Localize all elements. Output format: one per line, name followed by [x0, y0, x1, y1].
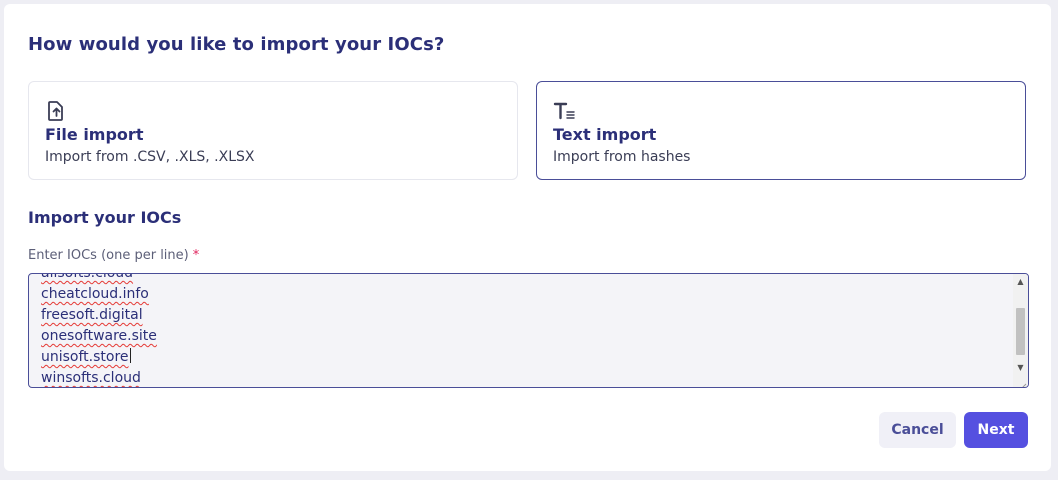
ioc-line: onesoftware.site: [41, 328, 157, 344]
ioc-textarea[interactable]: allsofts.cloud cheatcloud.info freesoft.…: [28, 273, 1029, 388]
ioc-field-label-text: Enter IOCs (one per line): [28, 248, 189, 263]
section-title: Import your IOCs: [28, 208, 182, 227]
text-import-title: Text import: [553, 125, 657, 144]
file-import-subtitle: Import from .CSV, .XLS, .XLSX: [45, 149, 255, 165]
ioc-line: allsofts.cloud: [41, 273, 134, 281]
required-marker: *: [192, 248, 200, 263]
resize-grip-icon[interactable]: [1017, 376, 1027, 387]
file-upload-icon: [45, 100, 67, 122]
text-format-icon: [553, 100, 575, 122]
next-button[interactable]: Next: [964, 412, 1028, 448]
ioc-line: winsofts.cloud: [41, 370, 141, 386]
scroll-up-arrow-icon[interactable]: ▲: [1013, 274, 1028, 289]
scroll-down-arrow-icon[interactable]: ▼: [1013, 360, 1028, 375]
ioc-field-label: Enter IOCs (one per line) *: [28, 248, 199, 263]
file-import-option[interactable]: File import Import from .CSV, .XLS, .XLS…: [28, 81, 518, 180]
text-caret: [129, 348, 131, 363]
ioc-lines: allsofts.cloud cheatcloud.info freesoft.…: [41, 273, 1008, 387]
text-import-option[interactable]: Text import Import from hashes: [536, 81, 1026, 180]
dialog-title: How would you like to import your IOCs?: [28, 34, 445, 55]
ioc-line: unisoft.store: [41, 349, 129, 365]
cancel-button[interactable]: Cancel: [879, 412, 956, 448]
textarea-scrollbar[interactable]: ▲ ▼: [1013, 274, 1028, 387]
file-import-title: File import: [45, 125, 144, 144]
text-import-subtitle: Import from hashes: [553, 149, 691, 165]
ioc-line: cheatcloud.info: [41, 286, 149, 302]
import-dialog: How would you like to import your IOCs? …: [4, 4, 1051, 471]
ioc-line-with-caret: unisoft.store: [41, 347, 1008, 368]
scrollbar-thumb[interactable]: [1016, 308, 1025, 355]
ioc-line: freesoft.digital: [41, 307, 143, 323]
